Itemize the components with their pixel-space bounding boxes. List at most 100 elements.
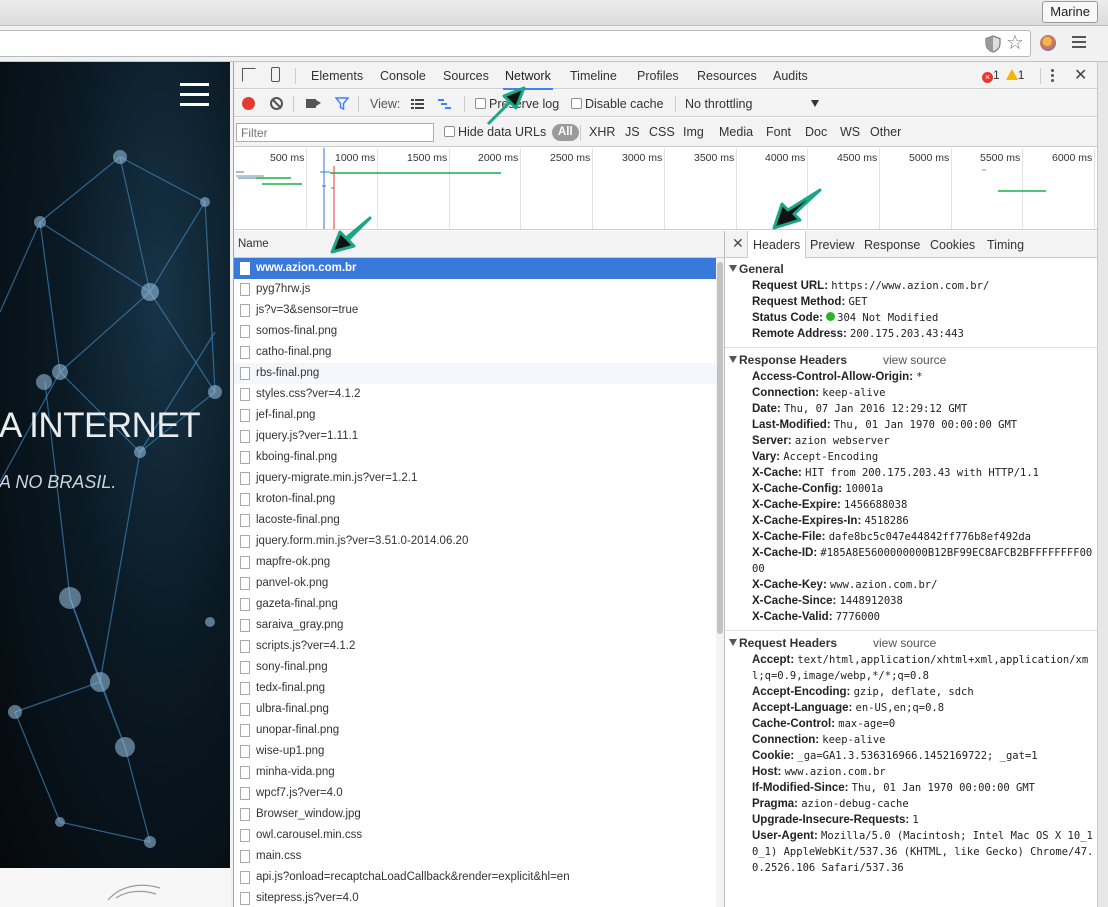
view-source-link[interactable]: view source: [883, 351, 946, 369]
request-row[interactable]: lacoste-final.png: [234, 510, 716, 531]
header-key: X-Cache-Expire:: [752, 499, 841, 511]
request-list[interactable]: www.azion.com.br pyg7hrw.js js?v=3&sensor=…: [234, 258, 716, 907]
section-header[interactable]: General: [725, 260, 1098, 278]
filter-input[interactable]: [236, 123, 434, 142]
close-icon[interactable]: ✕: [732, 235, 744, 252]
request-row[interactable]: rbs-final.png: [234, 363, 716, 384]
filter-type-ws[interactable]: WS: [840, 118, 860, 147]
tab-audits[interactable]: Audits: [773, 62, 808, 89]
header-value: www.azion.com.br/: [829, 579, 938, 591]
header-key: X-Cache-Config:: [752, 483, 843, 495]
request-row[interactable]: scripts.js?ver=4.1.2: [234, 636, 716, 657]
section-header[interactable]: Request Headers view source: [725, 634, 1098, 652]
filter-funnel-icon[interactable]: [335, 97, 349, 110]
hamburger-menu-icon[interactable]: [180, 83, 209, 106]
request-row[interactable]: sony-final.png: [234, 657, 716, 678]
throttling-select[interactable]: No throttling: [685, 90, 752, 118]
tab-elements[interactable]: Elements: [311, 62, 363, 89]
filter-type-font[interactable]: Font: [766, 118, 791, 147]
record-icon[interactable]: [242, 97, 255, 110]
header-key: X-Cache-Expires-In:: [752, 515, 862, 527]
header-key: Cache-Control:: [752, 718, 836, 730]
chevron-down-icon[interactable]: [811, 100, 819, 107]
file-icon: [240, 787, 250, 800]
address-bar[interactable]: ☆: [0, 30, 1031, 57]
name-column-header[interactable]: Name: [234, 231, 724, 258]
general-section: General Request URL: https://www.azion.c…: [725, 260, 1098, 348]
request-row[interactable]: Browser_window.jpg: [234, 804, 716, 825]
menu-icon[interactable]: [1072, 36, 1086, 50]
filter-type-doc[interactable]: Doc: [805, 118, 827, 147]
request-row[interactable]: mapfre-ok.png: [234, 552, 716, 573]
request-row[interactable]: main.css: [234, 846, 716, 867]
more-options-icon[interactable]: [1051, 69, 1054, 83]
filter-type-img[interactable]: Img: [683, 118, 704, 147]
filter-type-all[interactable]: All: [552, 124, 579, 141]
section-header[interactable]: Response Headers view source: [725, 351, 1098, 369]
request-row[interactable]: jquery-migrate.min.js?ver=1.2.1: [234, 468, 716, 489]
tab-preview[interactable]: Preview: [810, 231, 854, 260]
header-row: Request Method: GET: [725, 294, 1098, 310]
tab-console[interactable]: Console: [380, 62, 426, 89]
header-key: Host:: [752, 766, 782, 778]
filter-type-js[interactable]: JS: [625, 118, 640, 147]
request-row[interactable]: gazeta-final.png: [234, 594, 716, 615]
waterfall-view-icon[interactable]: [438, 99, 451, 109]
tab-profiles[interactable]: Profiles: [637, 62, 679, 89]
header-value: 1456688038: [844, 499, 908, 511]
request-row[interactable]: minha-vida.png: [234, 762, 716, 783]
device-mode-icon[interactable]: [271, 67, 280, 82]
capture-screenshots-icon[interactable]: [306, 99, 316, 108]
view-source-link[interactable]: view source: [873, 634, 936, 652]
request-row[interactable]: wise-up1.png: [234, 741, 716, 762]
clear-icon[interactable]: [270, 97, 283, 110]
request-row[interactable]: panvel-ok.png: [234, 573, 716, 594]
request-row[interactable]: owl.carousel.min.css: [234, 825, 716, 846]
disable-cache-checkbox[interactable]: Disable cache: [571, 90, 664, 118]
request-list-scrollbar[interactable]: [716, 258, 724, 907]
tab-timing[interactable]: Timing: [987, 231, 1024, 260]
header-value: *: [916, 371, 923, 383]
request-row[interactable]: jquery.js?ver=1.11.1: [234, 426, 716, 447]
request-row[interactable]: wpcf7.js?ver=4.0: [234, 783, 716, 804]
request-name: gazeta-final.png: [256, 598, 338, 610]
inspect-element-icon[interactable]: [242, 68, 256, 82]
request-row[interactable]: api.js?onload=recaptchaLoadCallback&rend…: [234, 867, 716, 888]
filter-type-media[interactable]: Media: [719, 118, 753, 147]
close-icon[interactable]: ✕: [1074, 65, 1087, 85]
header-value: 1448912038: [839, 595, 903, 607]
request-row[interactable]: jquery.form.min.js?ver=3.51.0-2014.06.20: [234, 531, 716, 552]
request-row[interactable]: jef-final.png: [234, 405, 716, 426]
filter-type-other[interactable]: Other: [870, 118, 901, 147]
request-row[interactable]: kboing-final.png: [234, 447, 716, 468]
file-icon: [240, 535, 250, 548]
header-row: Accept-Language: en-US,en;q=0.8: [725, 700, 1098, 716]
request-row[interactable]: catho-final.png: [234, 342, 716, 363]
large-rows-icon[interactable]: [411, 99, 424, 109]
request-row[interactable]: js?v=3&sensor=true: [234, 300, 716, 321]
request-row[interactable]: kroton-final.png: [234, 489, 716, 510]
request-row[interactable]: sitepress.js?ver=4.0: [234, 888, 716, 907]
profile-button[interactable]: Marine: [1042, 1, 1098, 23]
file-icon: [240, 283, 250, 296]
shield-icon[interactable]: [985, 35, 1001, 53]
request-row[interactable]: unopar-final.png: [234, 720, 716, 741]
tab-resources[interactable]: Resources: [697, 62, 757, 89]
filter-type-css[interactable]: CSS: [649, 118, 675, 147]
request-row[interactable]: somos-final.png: [234, 321, 716, 342]
bookmark-star-icon[interactable]: ☆: [1006, 32, 1024, 54]
filter-type-xhr[interactable]: XHR: [589, 118, 615, 147]
tab-response[interactable]: Response: [864, 231, 920, 260]
scroll-thumb[interactable]: [717, 262, 723, 634]
request-row[interactable]: pyg7hrw.js: [234, 279, 716, 300]
request-row[interactable]: styles.css?ver=4.1.2: [234, 384, 716, 405]
tab-cookies[interactable]: Cookies: [930, 231, 975, 260]
tab-headers[interactable]: Headers: [747, 231, 807, 259]
request-row[interactable]: saraiva_gray.png: [234, 615, 716, 636]
extension-icon[interactable]: [1040, 35, 1056, 51]
error-warning-counter[interactable]: × 1 1: [982, 68, 1024, 83]
request-row[interactable]: www.azion.com.br: [234, 258, 716, 279]
tab-timeline[interactable]: Timeline: [570, 62, 617, 89]
request-row[interactable]: ulbra-final.png: [234, 699, 716, 720]
request-row[interactable]: tedx-final.png: [234, 678, 716, 699]
